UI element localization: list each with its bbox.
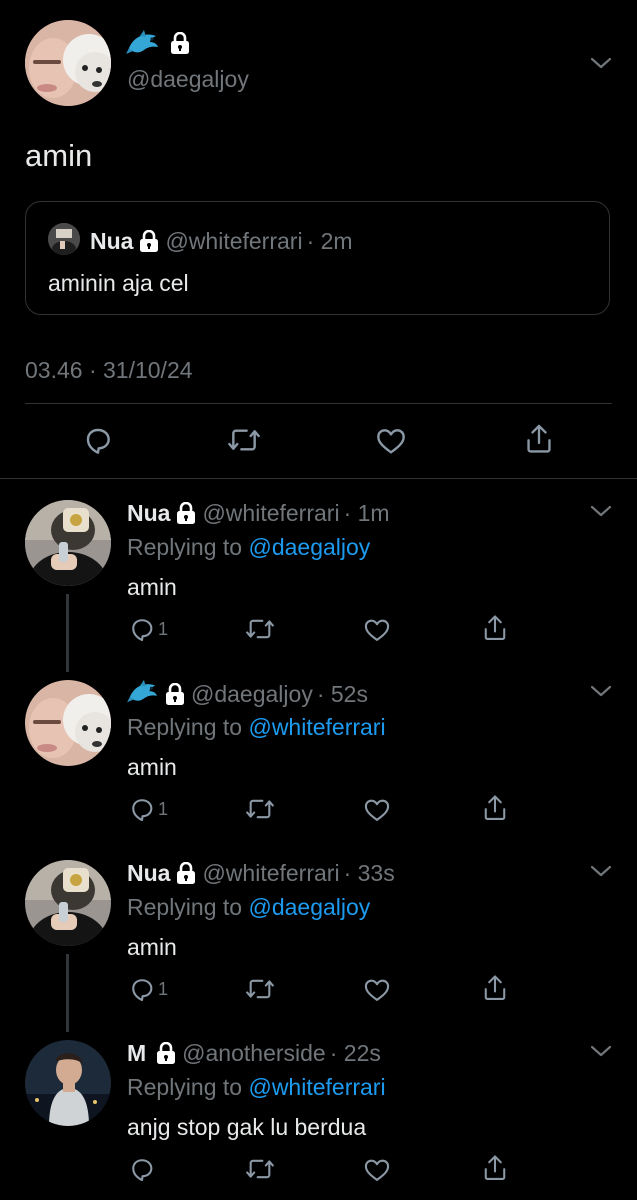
- avatar[interactable]: [25, 680, 111, 766]
- heart-icon: [377, 429, 405, 454]
- replying-to-link[interactable]: @daegaljoy: [248, 534, 370, 560]
- reply-author-handle: @daegaljoy: [191, 681, 313, 707]
- share-button[interactable]: [481, 613, 509, 643]
- retweet-button[interactable]: [226, 424, 262, 456]
- thread-line: [66, 954, 69, 1032]
- reply-text: amin: [127, 754, 177, 780]
- replying-to-label: Replying to: [127, 894, 243, 920]
- avatar: [48, 223, 80, 255]
- share-icon: [484, 615, 506, 640]
- lock-icon: [170, 32, 190, 54]
- quote-tweet-card[interactable]: Nua @whiteferrari · 2m aminin aja cel: [25, 201, 610, 315]
- reply-icon: [132, 799, 153, 822]
- lock-icon: [139, 230, 159, 252]
- reply-button[interactable]: [82, 424, 114, 456]
- chevron-down-icon[interactable]: [590, 1044, 612, 1058]
- lock-icon: [156, 1042, 176, 1064]
- reply-button[interactable]: 1: [128, 795, 168, 823]
- reply-icon: [132, 619, 153, 642]
- reply-text: amin: [127, 574, 177, 600]
- heart-icon: [364, 799, 390, 821]
- reply-time: · 1m: [343, 500, 390, 526]
- replying-to-link[interactable]: @daegaljoy: [248, 894, 370, 920]
- lock-icon: [165, 683, 185, 705]
- retweet-button[interactable]: [244, 795, 276, 823]
- chevron-down-icon[interactable]: [590, 684, 612, 698]
- avatar[interactable]: [25, 860, 111, 946]
- share-icon: [527, 424, 551, 453]
- reply-text: anjg stop gak lu berdua: [127, 1114, 367, 1140]
- heart-icon: [364, 979, 390, 1001]
- replying-to-link[interactable]: @whiteferrari: [248, 714, 385, 740]
- chevron-down-icon[interactable]: [590, 864, 612, 878]
- reply-count: 1: [158, 798, 169, 819]
- reply-icon: [132, 1159, 153, 1182]
- reply-icon: [132, 979, 153, 1002]
- heart-icon: [364, 619, 390, 641]
- like-button[interactable]: [362, 616, 392, 644]
- quote-text: aminin aja cel: [48, 270, 189, 296]
- avatar[interactable]: [25, 500, 111, 586]
- replying-to-label: Replying to: [127, 1074, 243, 1100]
- dolphin-icon: [127, 678, 159, 706]
- retweet-icon: [228, 429, 260, 451]
- thread-line: [66, 594, 69, 672]
- quote-author-name: Nua: [90, 228, 134, 254]
- retweet-button[interactable]: [244, 975, 276, 1003]
- share-icon: [484, 795, 506, 820]
- avatar[interactable]: [25, 20, 111, 106]
- reply-author-name: Nua: [127, 860, 171, 886]
- retweet-icon: [246, 979, 274, 999]
- share-button[interactable]: [481, 793, 509, 823]
- retweet-icon: [246, 619, 274, 639]
- reply-author-handle: @anotherside: [182, 1040, 326, 1066]
- retweet-button[interactable]: [244, 1155, 276, 1183]
- retweet-icon: [246, 1159, 274, 1179]
- divider: [0, 478, 637, 479]
- reply-count: 1: [158, 978, 169, 999]
- lock-icon: [176, 862, 196, 884]
- share-icon: [484, 975, 506, 1000]
- avatar[interactable]: [25, 1040, 111, 1126]
- tweet-text: amin: [25, 138, 93, 173]
- reply-author-name: M: [127, 1040, 147, 1066]
- retweet-button[interactable]: [244, 615, 276, 643]
- reply-count: 1: [158, 618, 169, 639]
- reply-author-handle: @whiteferrari: [202, 500, 340, 526]
- reply-time: · 52s: [316, 681, 368, 707]
- reply-time: · 33s: [343, 860, 395, 886]
- dolphin-icon: [126, 28, 160, 58]
- reply-button[interactable]: 1: [128, 615, 168, 643]
- display-name-emoji: [126, 28, 190, 58]
- reply-author-handle: @whiteferrari: [202, 860, 340, 886]
- reply-author-name: Nua: [127, 500, 171, 526]
- author-handle[interactable]: @daegaljoy: [127, 66, 249, 93]
- quote-time: · 2m: [306, 228, 353, 254]
- like-button[interactable]: [362, 1156, 392, 1184]
- replying-to-link[interactable]: @whiteferrari: [248, 1074, 385, 1100]
- reply-button[interactable]: 1: [128, 975, 168, 1003]
- retweet-icon: [246, 799, 274, 819]
- reply-icon: [86, 428, 110, 454]
- reply-text: amin: [127, 934, 177, 960]
- share-button[interactable]: [523, 422, 555, 456]
- chevron-down-icon[interactable]: [590, 504, 612, 518]
- share-button[interactable]: [481, 1153, 509, 1183]
- share-button[interactable]: [481, 973, 509, 1003]
- like-button[interactable]: [362, 796, 392, 824]
- quote-author-handle: @whiteferrari: [165, 228, 303, 254]
- replying-to-label: Replying to: [127, 534, 243, 560]
- tweet-timestamp[interactable]: 03.46 · 31/10/24: [25, 357, 193, 384]
- share-icon: [484, 1155, 506, 1180]
- like-button[interactable]: [374, 425, 408, 457]
- reply-time: · 22s: [329, 1040, 381, 1066]
- replying-to-label: Replying to: [127, 714, 243, 740]
- lock-icon: [176, 502, 196, 524]
- divider: [25, 403, 612, 404]
- reply-button[interactable]: [128, 1155, 158, 1183]
- chevron-down-icon[interactable]: [590, 56, 612, 70]
- like-button[interactable]: [362, 976, 392, 1004]
- heart-icon: [364, 1159, 390, 1181]
